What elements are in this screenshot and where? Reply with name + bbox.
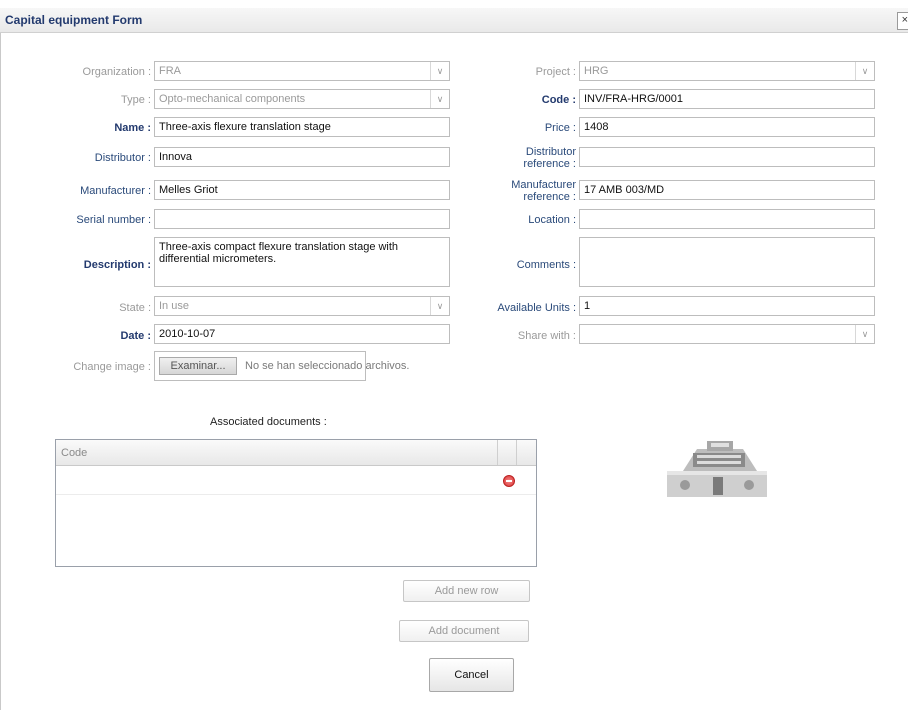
code-label: Code : bbox=[541, 94, 576, 106]
serial-number-input[interactable] bbox=[154, 209, 450, 229]
state-label: State : bbox=[119, 302, 151, 314]
associated-documents-title: Associated documents : bbox=[210, 416, 327, 428]
share-with-label: Share with : bbox=[517, 330, 576, 342]
distributor-reference-label-line2: reference : bbox=[523, 158, 576, 170]
manufacturer-value: Melles Griot bbox=[159, 184, 218, 196]
description-label: Description : bbox=[83, 259, 151, 271]
window-titlebar: Capital equipment Form × bbox=[0, 8, 908, 33]
description-value: Three-axis compact flexure translation s… bbox=[159, 241, 399, 265]
serial-number-label: Serial number : bbox=[76, 214, 151, 226]
date-label: Date : bbox=[120, 330, 151, 342]
form-window bbox=[0, 8, 907, 710]
type-value: Opto-mechanical components bbox=[159, 93, 306, 105]
distributor-reference-input[interactable] bbox=[579, 147, 875, 167]
column-separator bbox=[516, 440, 517, 465]
name-value: Three-axis flexure translation stage bbox=[159, 121, 331, 133]
chevron-down-icon: ∨ bbox=[430, 90, 449, 108]
state-select[interactable]: In use ∨ bbox=[154, 296, 450, 316]
comments-textarea[interactable] bbox=[579, 237, 875, 287]
price-label: Price : bbox=[544, 122, 576, 134]
distributor-label: Distributor : bbox=[94, 152, 151, 164]
available-units-label: Available Units : bbox=[497, 302, 576, 314]
organization-label: Organization : bbox=[82, 66, 151, 78]
available-units-value: 1 bbox=[584, 300, 591, 312]
chevron-down-icon: ∨ bbox=[855, 325, 874, 343]
delete-row-icon[interactable] bbox=[503, 475, 515, 487]
column-separator bbox=[497, 440, 498, 465]
price-value: 1408 bbox=[584, 121, 609, 133]
type-label: Type : bbox=[121, 94, 151, 106]
stage-photo bbox=[667, 441, 767, 497]
manufacturer-reference-label: Manufacturer reference : bbox=[511, 179, 576, 203]
location-input[interactable] bbox=[579, 209, 875, 229]
date-input[interactable]: 2010-10-07 bbox=[154, 324, 450, 344]
distributor-reference-label-line1: Distributor bbox=[525, 146, 576, 158]
share-with-select[interactable]: ∨ bbox=[579, 324, 875, 344]
distributor-value: Innova bbox=[159, 151, 193, 163]
available-units-input[interactable]: 1 bbox=[579, 296, 875, 316]
project-select[interactable]: HRG ∨ bbox=[579, 61, 875, 81]
manufacturer-label: Manufacturer : bbox=[80, 185, 151, 197]
location-label: Location : bbox=[528, 214, 576, 226]
window-title: Capital equipment Form bbox=[5, 13, 143, 27]
chevron-down-icon: ∨ bbox=[430, 62, 449, 80]
page-top-strip bbox=[0, 0, 908, 8]
code-value: INV/FRA-HRG/0001 bbox=[584, 93, 684, 105]
name-label: Name : bbox=[114, 122, 151, 134]
project-label: Project : bbox=[535, 66, 576, 78]
project-value: HRG bbox=[584, 65, 609, 77]
browse-button[interactable]: Examinar... bbox=[159, 357, 237, 375]
description-textarea[interactable]: Three-axis compact flexure translation s… bbox=[154, 237, 450, 287]
documents-grid: Code bbox=[55, 439, 537, 567]
table-row[interactable] bbox=[56, 466, 536, 495]
state-value: In use bbox=[159, 300, 189, 312]
close-icon[interactable]: × bbox=[897, 12, 908, 30]
add-new-row-button[interactable]: Add new row bbox=[403, 580, 530, 602]
name-input[interactable]: Three-axis flexure translation stage bbox=[154, 117, 450, 137]
change-image-label: Change image : bbox=[73, 361, 151, 373]
comments-label: Comments : bbox=[516, 259, 576, 271]
date-value: 2010-10-07 bbox=[159, 328, 216, 340]
file-status: No se han seleccionado archivos. bbox=[245, 360, 410, 372]
column-code-header[interactable]: Code bbox=[61, 447, 87, 459]
grid-header: Code bbox=[56, 440, 536, 466]
code-input[interactable]: INV/FRA-HRG/0001 bbox=[579, 89, 875, 109]
add-document-button[interactable]: Add document bbox=[399, 620, 529, 642]
type-select[interactable]: Opto-mechanical components ∨ bbox=[154, 89, 450, 109]
file-picker: Examinar... No se han seleccionado archi… bbox=[154, 351, 409, 381]
manufacturer-reference-value: 17 AMB 003/MD bbox=[584, 184, 665, 196]
manufacturer-input[interactable]: Melles Griot bbox=[154, 180, 450, 200]
chevron-down-icon: ∨ bbox=[430, 297, 449, 315]
distributor-input[interactable]: Innova bbox=[154, 147, 450, 167]
chevron-down-icon: ∨ bbox=[855, 62, 874, 80]
manufacturer-reference-label-line2: reference : bbox=[523, 191, 576, 203]
manufacturer-reference-label-line1: Manufacturer bbox=[511, 179, 576, 191]
price-input[interactable]: 1408 bbox=[579, 117, 875, 137]
cancel-button[interactable]: Cancel bbox=[429, 658, 514, 692]
organization-select[interactable]: FRA ∨ bbox=[154, 61, 450, 81]
manufacturer-reference-input[interactable]: 17 AMB 003/MD bbox=[579, 180, 875, 200]
organization-value: FRA bbox=[159, 65, 181, 77]
distributor-reference-label: Distributor reference : bbox=[523, 146, 576, 170]
